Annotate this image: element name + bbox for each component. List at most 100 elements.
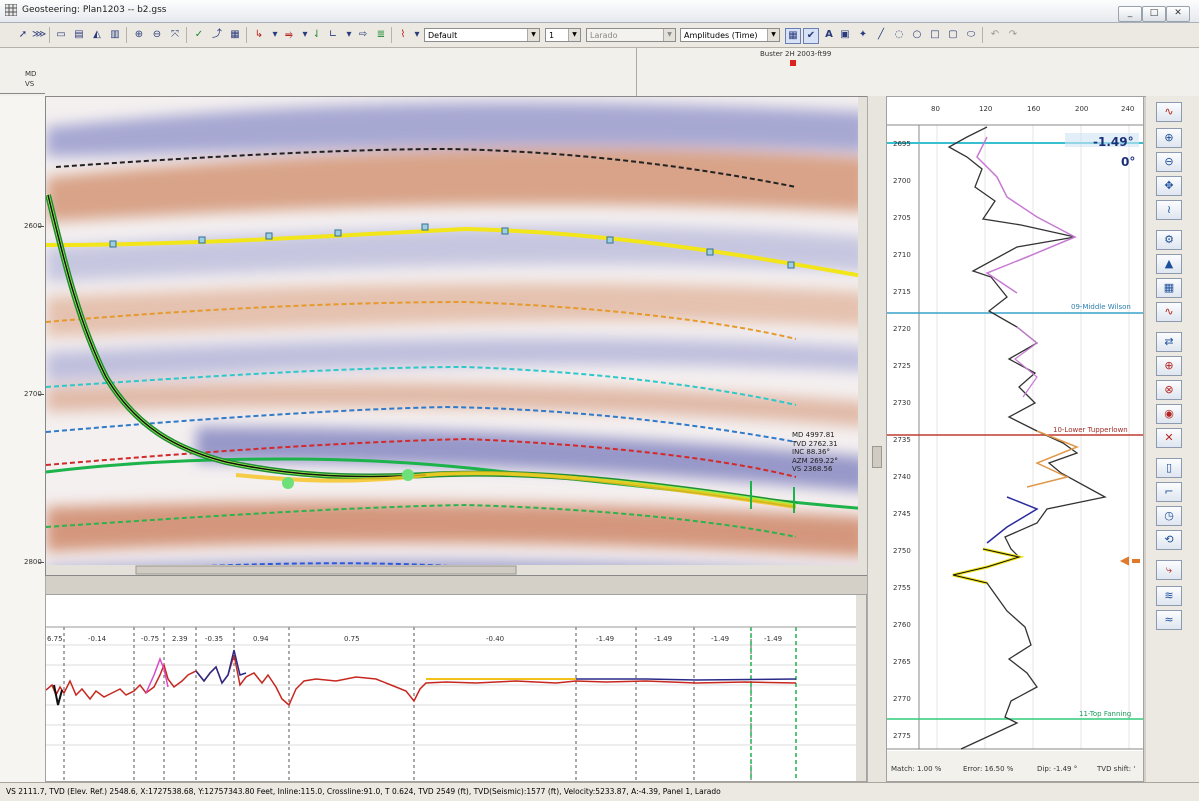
table-icon[interactable]: ▤	[72, 28, 86, 42]
segment-dip-label: -1.49	[596, 635, 615, 643]
log-plus-icon[interactable]: ⊕	[1156, 356, 1182, 376]
right-toolbar: ∿ ⊕ ⊖ ✥ ≀ ⚙ ▲ ▦ ∿ ⇄ ⊕ ⊗ ◉ ✕ ▯ ⌐ ◷ ⟲ ⤷ ≋ …	[1146, 96, 1199, 782]
title-bar: Geosteering: Plan1203 -- b2.gss _ □ ✕	[0, 0, 1199, 23]
column-icon[interactable]: ▯	[1156, 458, 1182, 478]
log-remove-icon[interactable]: ✕	[1156, 428, 1182, 448]
check-toggle-icon[interactable]: ✔	[803, 28, 819, 44]
redo-icon[interactable]: ↷	[1006, 28, 1020, 42]
formation-label-lower-tupperlown: 10-Lower Tupperlown	[1053, 426, 1128, 434]
status-bar: VS 2111.7, TVD (Elev. Ref.) 2548.6, X:17…	[0, 782, 1199, 801]
clock-icon[interactable]: ◷	[1156, 506, 1182, 526]
wave-log-icon[interactable]: ∿	[1156, 102, 1182, 122]
depth-tick-label: 2700	[893, 177, 911, 185]
columns-icon[interactable]: ▦	[228, 28, 242, 42]
text-tool-icon[interactable]: A	[822, 28, 836, 42]
depth-tick-label: 2705	[893, 214, 911, 222]
zoom-out-icon[interactable]: ⊖	[1156, 152, 1182, 172]
point-icon[interactable]: ✦	[856, 28, 870, 42]
path-icon[interactable]: ⥤	[282, 28, 296, 42]
zoom-in-icon[interactable]: ⊕	[1156, 128, 1182, 148]
dropdown-arrow-icon[interactable]: ▾	[268, 28, 282, 42]
mountain-icon[interactable]: ▲	[1156, 254, 1182, 274]
chart-icon[interactable]: ◭	[90, 28, 104, 42]
dropdown-arrow-icon-4[interactable]: ▾	[410, 28, 424, 42]
log-curve-icon[interactable]: ∿	[1156, 302, 1182, 322]
ruler-icon[interactable]: ▭	[54, 28, 68, 42]
depth-tick-label: 2720	[893, 325, 911, 333]
minimize-button[interactable]: _	[1118, 6, 1142, 22]
depth-tick-label: 2725	[893, 362, 911, 370]
window-title: Geosteering: Plan1203 -- b2.gss	[22, 5, 167, 15]
fit-icon[interactable]: ⤧	[168, 28, 182, 42]
scale-tick-label: 160	[1027, 105, 1041, 113]
depth-tick-label: 2745	[893, 510, 911, 518]
scale-tick-label: 240	[1121, 105, 1135, 113]
amplitudes-select[interactable]: Amplitudes (Time) ▼	[680, 28, 780, 42]
maximize-button[interactable]: □	[1142, 6, 1166, 22]
close-button[interactable]: ✕	[1166, 6, 1190, 22]
check-icon[interactable]: ✓	[192, 28, 206, 42]
type-log-panel[interactable]: 80 120 160 200 240 2695 2700 2705 2710 2…	[886, 96, 1144, 782]
dropdown-arrow-icon-3[interactable]: ▾	[342, 28, 356, 42]
bend-icon[interactable]: ⤷	[1156, 560, 1182, 580]
scale-tick-label: 80	[931, 105, 940, 113]
curve-tool-icon[interactable]: ⌇	[396, 28, 410, 42]
well-icon[interactable]: ↳	[252, 28, 266, 42]
layers-icon[interactable]: ≣	[374, 28, 388, 42]
circle-icon[interactable]: ○	[910, 28, 924, 42]
branch-icon[interactable]: ⇃	[310, 28, 324, 42]
select-icon[interactable]: ⋙	[32, 28, 46, 42]
line-icon[interactable]: ╱	[874, 28, 888, 42]
depth-ruler	[0, 96, 46, 782]
log-lock-icon[interactable]: ⊗	[1156, 380, 1182, 400]
rectangle-icon[interactable]: □	[928, 28, 942, 42]
survey-select[interactable]: Larado ▼	[586, 28, 676, 42]
seismic-canvas	[46, 97, 868, 575]
wave-flip-icon[interactable]: ≀	[1156, 200, 1182, 220]
segment-dip-label: -1.49	[654, 635, 673, 643]
step-icon[interactable]: ⌐	[1156, 482, 1182, 502]
number-select[interactable]: 1 ▼	[545, 28, 581, 42]
panel-splitter[interactable]	[867, 96, 886, 782]
angle-icon[interactable]: ∟	[326, 28, 340, 42]
well-readout: MD 4997.81 TVD 2762.31 INC 88.36° AZM 26…	[792, 431, 838, 473]
export-icon[interactable]: ⇨	[356, 28, 370, 42]
correlation-panel[interactable]: 6.75 -0.14 -0.75 2.39 -0.35 0.94 0.75 -0…	[45, 594, 867, 782]
trend-icon[interactable]: ⤴	[210, 28, 224, 42]
app-grid-icon	[5, 4, 17, 16]
ellipse-icon[interactable]: ⬭	[964, 28, 978, 42]
depth-tick-label: 2760	[893, 621, 911, 629]
segment-dip-label: -0.75	[141, 635, 160, 643]
undo-icon[interactable]: ↶	[988, 28, 1002, 42]
wave-flat-icon[interactable]: ≈	[1156, 610, 1182, 630]
segment-dip-label: 2.39	[172, 635, 188, 643]
status-text: VS 2111.7, TVD (Elev. Ref.) 2548.6, X:17…	[6, 787, 721, 796]
seismic-section[interactable]: MD 4997.81 TVD 2762.31 INC 88.36° AZM 26…	[45, 96, 869, 576]
depth-tick-label: 2730	[893, 399, 911, 407]
zoom-in-icon[interactable]: ⊕	[132, 28, 146, 42]
chevron-down-icon: ▼	[767, 29, 779, 41]
tvd-shift-status: TVD shift: '	[1097, 765, 1136, 773]
segment-dip-label: -0.40	[486, 635, 505, 643]
save-icon[interactable]: ▣	[838, 28, 852, 42]
well-name-label: Buster 2H 2003-ft99	[760, 50, 832, 58]
rounded-rect-icon[interactable]: ▢	[946, 28, 960, 42]
dip-display: -1.49°	[1093, 135, 1134, 149]
reset-icon[interactable]: ⟲	[1156, 530, 1182, 550]
template-select[interactable]: Default ▼	[424, 28, 540, 42]
grid-icon[interactable]: ▦	[1156, 278, 1182, 298]
angle-display: 0°	[1121, 155, 1136, 169]
settings-icon[interactable]: ⚙	[1156, 230, 1182, 250]
pan-icon[interactable]: ✥	[1156, 176, 1182, 196]
log-target-icon[interactable]: ◉	[1156, 404, 1182, 424]
depth-tick-label: 2735	[893, 436, 911, 444]
lasso-icon[interactable]: ◌	[892, 28, 906, 42]
bar-icon[interactable]: ▥	[108, 28, 122, 42]
chevron-down-icon: ▼	[568, 29, 580, 41]
zoom-out-icon[interactable]: ⊖	[150, 28, 164, 42]
lines-icon[interactable]: ≋	[1156, 586, 1182, 606]
swap-icon[interactable]: ⇄	[1156, 332, 1182, 352]
pointer-icon[interactable]: ➚	[16, 28, 30, 42]
depth-tick-label: 2765	[893, 658, 911, 666]
seismic-toggle-icon[interactable]: ▦	[785, 28, 801, 44]
